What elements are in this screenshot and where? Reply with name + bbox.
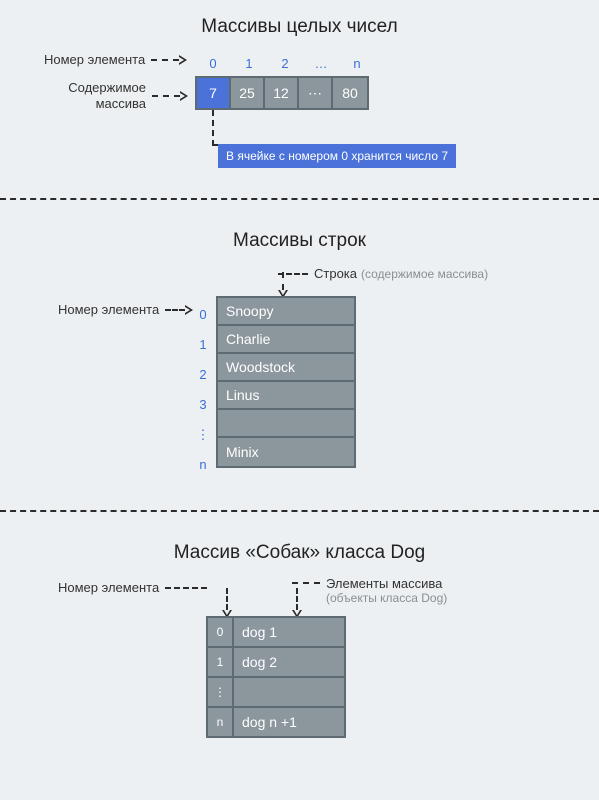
elements-sublabel: (объекты класса Dog)	[326, 591, 447, 605]
section1-indices: 0 1 2 … n	[195, 56, 375, 71]
array-cell: 25	[231, 78, 265, 108]
callout-box: В ячейке с номером 0 хранится число 7	[218, 144, 456, 168]
list-item	[218, 410, 354, 438]
index-value: 1	[195, 330, 211, 360]
row-index: 1	[208, 648, 234, 676]
row-index: n	[208, 708, 234, 736]
arrow-right-icon	[165, 587, 207, 589]
row-value: dog 1	[234, 618, 344, 646]
string-label: Строка	[314, 266, 357, 281]
section-int-arrays: Массивы целых чисел Номер элемента Содер…	[0, 0, 599, 210]
arrow-down-icon	[292, 588, 302, 618]
section1-title: Массивы целых чисел	[0, 16, 599, 38]
index-value: …	[303, 56, 339, 71]
index-value: 2	[267, 56, 303, 71]
table-row: 0 dog 1	[208, 618, 344, 648]
int-array-cells: 7 25 12 ⋯ 80	[195, 76, 369, 110]
index-value: 0	[195, 300, 211, 330]
array-cell: ⋯	[299, 78, 333, 108]
row-index: 0	[208, 618, 234, 646]
content-label: Содержимое массива	[56, 80, 146, 111]
section-divider	[0, 198, 599, 200]
array-cell: 80	[333, 78, 367, 108]
dog-array-table: 0 dog 1 1 dog 2 ⋮ n dog n +1	[206, 616, 346, 738]
table-row: n dog n +1	[208, 708, 344, 736]
array-cell: 7	[197, 78, 231, 108]
arrow-right-icon	[151, 55, 187, 65]
index-value: 1	[231, 56, 267, 71]
index-value: 2	[195, 360, 211, 390]
section1-index-label-row: Номер элемента	[44, 52, 187, 67]
row-value: dog 2	[234, 648, 344, 676]
index-label: Номер элемента	[58, 302, 159, 317]
content-label-text: Содержимое массива	[68, 80, 146, 111]
row-value	[234, 678, 344, 706]
table-row: ⋮	[208, 678, 344, 708]
index-label: Номер элемента	[58, 580, 159, 595]
arrow-down-icon	[278, 272, 288, 298]
section1-content-label-row: Содержимое массива	[56, 80, 188, 111]
index-label: Номер элемента	[44, 52, 145, 67]
section2-title: Массивы строк	[0, 230, 599, 252]
string-array-list: Snoopy Charlie Woodstock Linus Minix	[216, 296, 356, 468]
arrow-right-icon	[165, 305, 193, 315]
connector-line	[212, 110, 214, 146]
row-value: dog n +1	[234, 708, 344, 736]
list-item: Minix	[218, 438, 354, 466]
connector-line	[292, 582, 320, 584]
index-value: n	[339, 56, 375, 71]
list-item: Charlie	[218, 326, 354, 354]
section-dog-arrays: Массив «Собак» класса Dog Номер элемента…	[0, 524, 599, 800]
arrow-right-icon	[152, 91, 188, 101]
index-value: 3	[195, 390, 211, 420]
section2-left-label: Номер элемента	[58, 302, 193, 317]
list-item: Woodstock	[218, 354, 354, 382]
arrow-down-icon	[222, 588, 232, 618]
section2-top-label: Строка (содержимое массива)	[278, 266, 488, 281]
list-item: Linus	[218, 382, 354, 410]
section3-right-label: Элементы массива (объекты класса Dog)	[292, 576, 447, 605]
row-index: ⋮	[208, 678, 234, 706]
elements-label: Элементы массива	[326, 576, 447, 591]
list-item: Snoopy	[218, 298, 354, 326]
section-divider	[0, 510, 599, 512]
section2-indices: 0 1 2 3 ⋮ n	[195, 300, 211, 480]
section-string-arrays: Массивы строк Строка (содержимое массива…	[0, 212, 599, 522]
index-value: 0	[195, 56, 231, 71]
section3-left-label: Номер элемента	[58, 580, 207, 595]
string-sublabel: (содержимое массива)	[361, 267, 488, 281]
table-row: 1 dog 2	[208, 648, 344, 678]
array-cell: 12	[265, 78, 299, 108]
section3-title: Массив «Собак» класса Dog	[0, 542, 599, 564]
index-value: n	[195, 450, 211, 480]
index-value: ⋮	[195, 420, 211, 450]
